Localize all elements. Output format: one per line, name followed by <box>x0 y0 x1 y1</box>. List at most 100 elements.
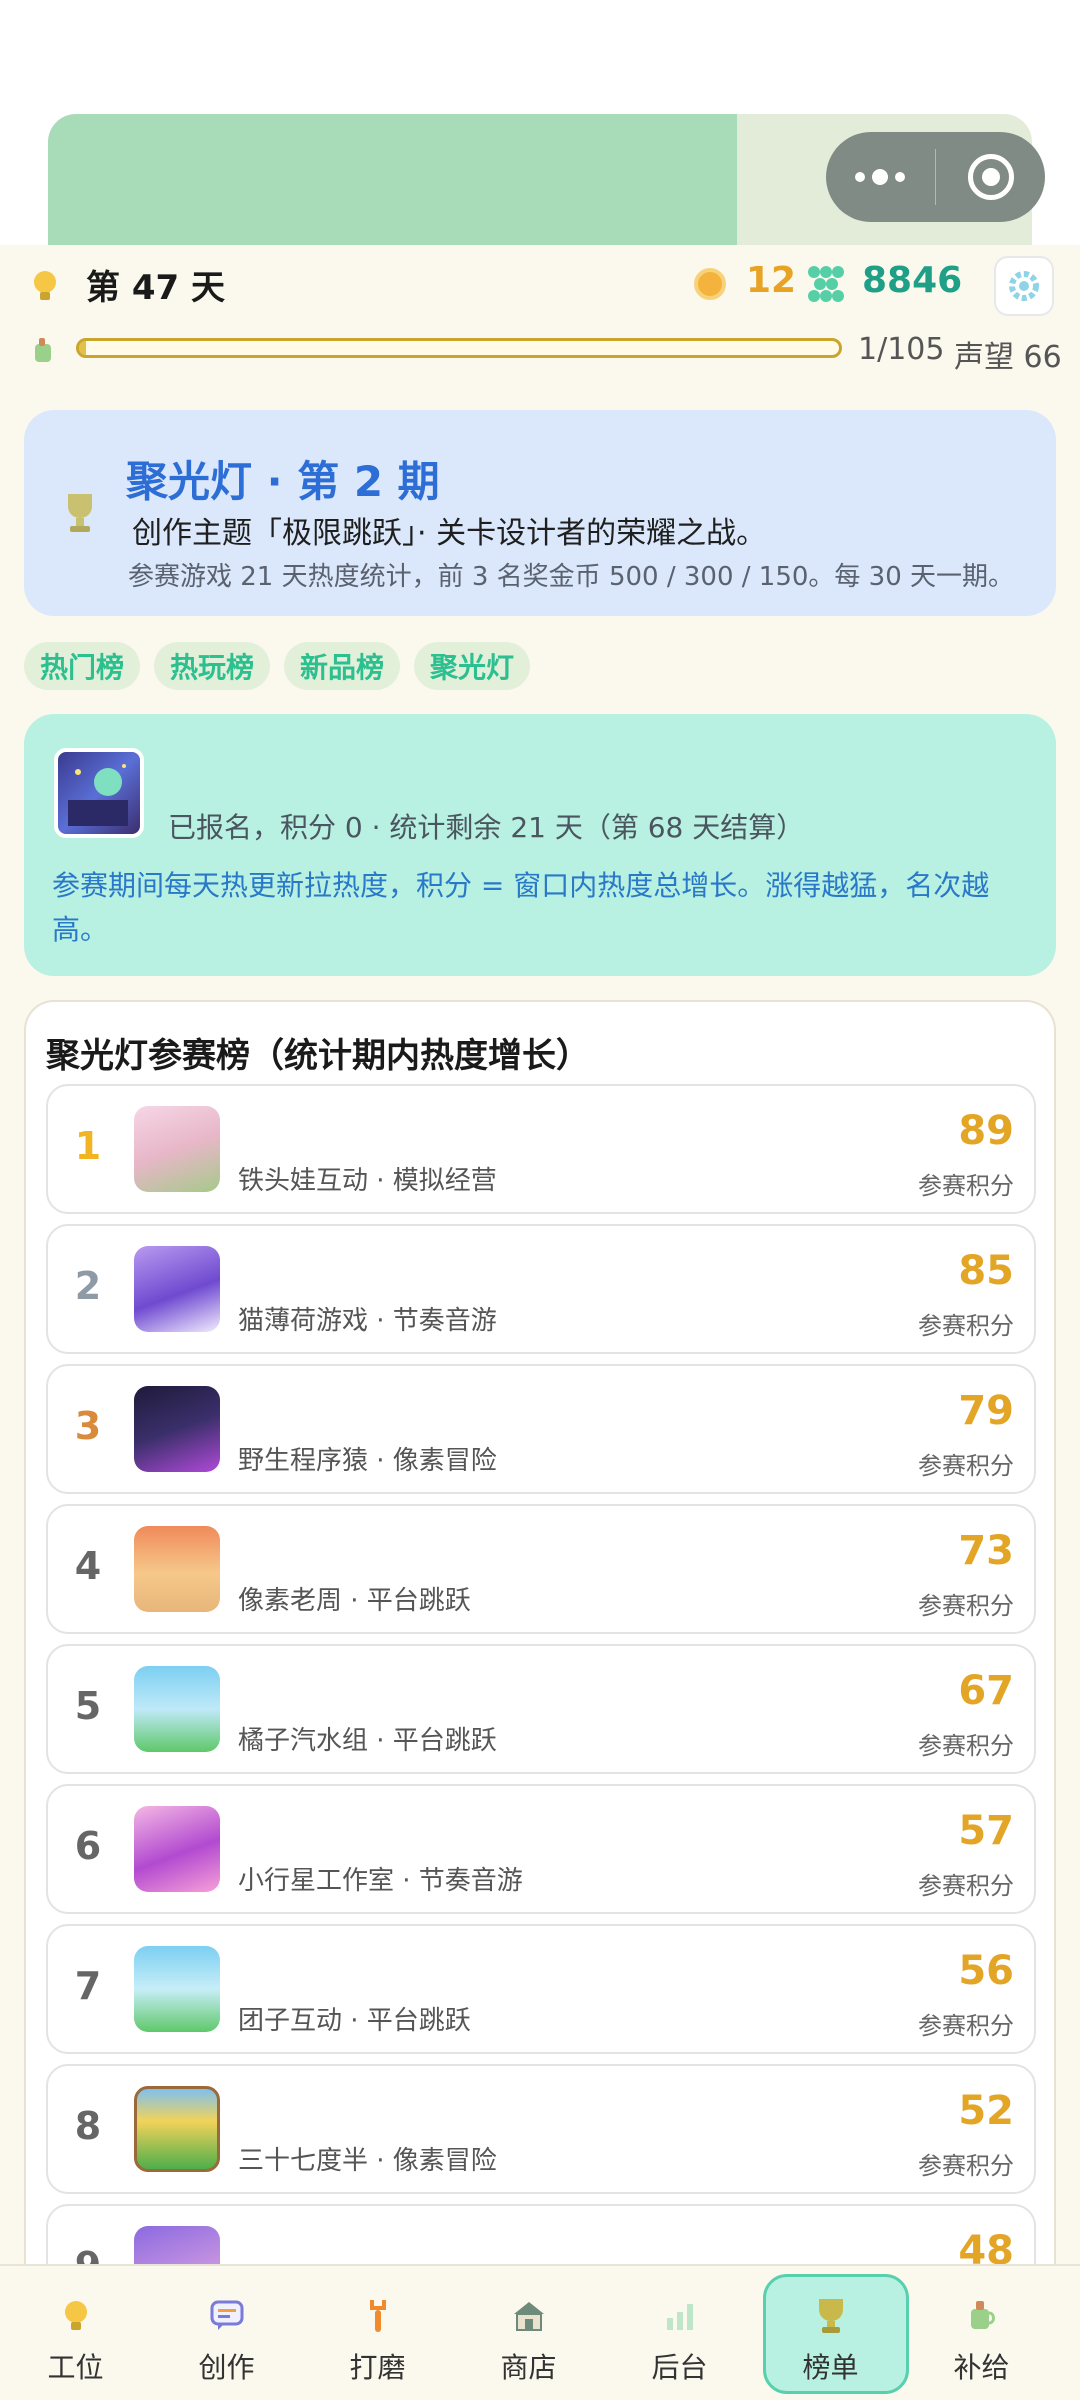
score-label: 参赛积分 <box>918 1452 1014 1480</box>
tea-icon <box>35 338 51 362</box>
nav-item-supply[interactable]: 补给 <box>906 2266 1057 2400</box>
score-label: 参赛积分 <box>918 1172 1014 1200</box>
nav-item-leaderboard[interactable]: 榜单 <box>755 2266 909 2400</box>
nav-item-shop[interactable]: 商店 <box>453 2266 604 2400</box>
nav-label: 商店 <box>500 2351 557 2384</box>
experience-progress-bar <box>76 338 842 358</box>
score-value: 85 <box>958 1248 1014 1294</box>
tab-new[interactable]: 新品榜 <box>284 642 401 690</box>
progress-text: 1/105 <box>858 332 945 367</box>
status-row: 第 47 天 12 8846 <box>0 250 1080 320</box>
game-thumbnail <box>134 1666 220 1752</box>
game-meta: 像素老周 · 平台跳跃 <box>238 1586 471 1616</box>
nav-label: 打磨 <box>349 2351 406 2384</box>
coin-count: 12 <box>746 260 797 301</box>
trophy-icon <box>811 2296 851 2336</box>
progress-row: 1/105 声望 66 <box>0 328 1080 375</box>
score-label: 参赛积分 <box>918 1592 1014 1620</box>
progress-fill <box>79 341 87 355</box>
game-thumbnail <box>134 1386 220 1472</box>
my-game-thumbnail <box>54 748 144 838</box>
game-thumbnail <box>134 1806 220 1892</box>
nav-item-create[interactable]: 创作 <box>151 2266 302 2400</box>
settings-button[interactable] <box>994 256 1054 316</box>
ranking-row[interactable]: 2 猫薄荷游戏 · 节奏音游 85 参赛积分 <box>46 1224 1036 1354</box>
shop-icon <box>509 2296 549 2336</box>
gear-icon <box>1009 271 1039 301</box>
spotlight-rule: 参赛游戏 21 天热度统计，前 3 名奖金币 500 / 300 / 150。每… <box>128 562 1015 592</box>
close-mini-program-button[interactable] <box>936 132 1045 222</box>
ranking-row[interactable]: 8 三十七度半 · 像素冒险 52 参赛积分 <box>46 2064 1036 2194</box>
score-value: 89 <box>958 1108 1014 1154</box>
rank-number: 8 <box>74 2104 102 2148</box>
tab-spotlight[interactable]: 聚光灯 <box>414 642 531 690</box>
game-meta: 橘子汽水组 · 平台跳跃 <box>238 1726 497 1756</box>
game-meta: 小行星工作室 · 节奏音游 <box>238 1866 523 1896</box>
game-thumbnail <box>134 1526 220 1612</box>
nav-label: 榜单 <box>802 2351 859 2384</box>
nav-label: 创作 <box>198 2351 255 2384</box>
score-value: 73 <box>958 1528 1014 1574</box>
chat-icon <box>207 2296 247 2336</box>
ranking-row[interactable]: 5 橘子汽水组 · 平台跳跃 67 参赛积分 <box>46 1644 1036 1774</box>
score-value: 57 <box>958 1808 1014 1854</box>
ranking-row[interactable]: 4 像素老周 · 平台跳跃 73 参赛积分 <box>46 1504 1036 1634</box>
score-value: 79 <box>958 1388 1014 1434</box>
ranking-title: 聚光灯参赛榜（统计期内热度增长） <box>46 1036 590 1076</box>
score-label: 参赛积分 <box>918 2012 1014 2040</box>
score-value: 67 <box>958 1668 1014 1714</box>
game-meta: 铁头娃互动 · 模拟经营 <box>238 1166 497 1196</box>
tea-icon <box>962 2296 1002 2336</box>
target-icon <box>967 154 1014 200</box>
game-meta: 三十七度半 · 像素冒险 <box>238 2146 497 2176</box>
ranking-tabs: 热门榜 热玩榜 新品榜 聚光灯 <box>24 642 531 690</box>
ranking-row[interactable]: 3 野生程序猿 · 像素冒险 79 参赛积分 <box>46 1364 1036 1494</box>
more-dots-icon <box>855 169 906 185</box>
nav-item-workstation[interactable]: 工位 <box>0 2266 151 2400</box>
score-value: 52 <box>958 2088 1014 2134</box>
ranking-row[interactable]: 6 小行星工作室 · 节奏音游 57 参赛积分 <box>46 1784 1036 1914</box>
fame-text: 声望 66 <box>954 340 1062 375</box>
game-thumbnail <box>134 1246 220 1332</box>
more-button[interactable] <box>826 132 935 222</box>
ranking-row[interactable]: 7 团子互动 · 平台跳跃 56 参赛积分 <box>46 1924 1036 2054</box>
bulb-icon <box>34 271 56 300</box>
nav-item-polish[interactable]: 打磨 <box>302 2266 453 2400</box>
rank-number: 3 <box>74 1404 102 1448</box>
nav-item-backend[interactable]: 后台 <box>604 2266 755 2400</box>
nav-label: 工位 <box>47 2351 104 2384</box>
score-label: 参赛积分 <box>918 1312 1014 1340</box>
spotlight-title: 聚光灯 · 第 2 期 <box>126 457 440 506</box>
bulb-icon <box>56 2296 96 2336</box>
mini-program-capsule <box>826 132 1045 222</box>
spotlight-card: 聚光灯 · 第 2 期 创作主题「极限跳跃」· 关卡设计者的荣耀之战。 参赛游戏… <box>24 410 1056 616</box>
score-label: 参赛积分 <box>918 1872 1014 1900</box>
signup-description: 参赛期间每天热更新拉热度，积分 = 窗口内热度总增长。涨得越猛，名次越高。 <box>52 869 990 946</box>
gem-cluster-icon <box>808 266 844 302</box>
score-value: 56 <box>958 1948 1014 1994</box>
game-thumbnail <box>134 2086 220 2172</box>
rank-number: 5 <box>74 1684 102 1728</box>
day-counter: 第 47 天 <box>86 268 225 308</box>
rank-number: 7 <box>74 1964 102 2008</box>
tab-hot-play[interactable]: 热玩榜 <box>154 642 271 690</box>
rank-number: 4 <box>74 1544 102 1588</box>
bottom-navigation: 工位 创作 打磨 商店 后台 榜单 补给 <box>0 2264 1080 2400</box>
rank-number: 1 <box>74 1124 102 1168</box>
signup-status: 已报名，积分 0 · 统计剩余 21 天（第 68 天结算） <box>168 811 805 844</box>
trophy-icon <box>68 494 92 532</box>
nav-label: 补给 <box>953 2351 1010 2384</box>
rank-number: 6 <box>74 1824 102 1868</box>
tab-hot[interactable]: 热门榜 <box>24 642 141 690</box>
game-thumbnail <box>134 1106 220 1192</box>
nav-label: 后台 <box>651 2351 708 2384</box>
game-meta: 团子互动 · 平台跳跃 <box>238 2006 471 2036</box>
game-meta: 野生程序猿 · 像素冒险 <box>238 1446 497 1476</box>
ranking-row[interactable]: 1 铁头娃互动 · 模拟经营 89 参赛积分 <box>46 1084 1036 1214</box>
score-label: 参赛积分 <box>918 1732 1014 1760</box>
signup-card: 已报名，积分 0 · 统计剩余 21 天（第 68 天结算） 参赛期间每天热更新… <box>24 714 1056 976</box>
coin-icon <box>694 268 726 300</box>
game-thumbnail <box>134 1946 220 2032</box>
spotlight-theme: 创作主题「极限跳跃」· 关卡设计者的荣耀之战。 <box>132 516 767 551</box>
ranking-panel: 聚光灯参赛榜（统计期内热度增长） 1 铁头娃互动 · 模拟经营 89 参赛积分 … <box>24 1000 1056 2400</box>
